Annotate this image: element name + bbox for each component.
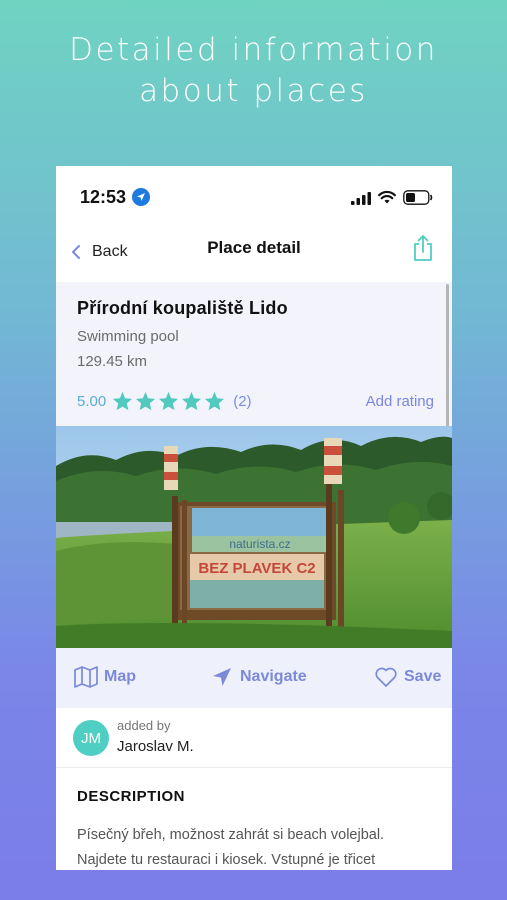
description-line-2: Najdete tu restauraci i kiosek. Vstupné … <box>77 852 376 868</box>
star-icon <box>136 391 156 411</box>
chevron-left-icon <box>72 245 80 259</box>
location-arrow-icon <box>132 188 150 206</box>
rating-value: 5.00 <box>77 392 107 410</box>
promo-line-2: about places <box>139 73 368 109</box>
avatar: JM <box>73 720 109 756</box>
star-icon <box>159 391 179 411</box>
save-button[interactable]: Save <box>374 666 441 688</box>
place-distance: 129.45 km <box>77 353 148 370</box>
place-name: Přírodní koupaliště Lido <box>77 298 288 318</box>
back-button[interactable]: Back <box>70 236 128 268</box>
star-icon <box>205 391 225 411</box>
map-icon <box>74 666 98 688</box>
star-icon <box>113 391 133 411</box>
navigation-bar: Back Place detail <box>56 228 452 280</box>
action-bar: Map Navigate Save <box>56 648 452 708</box>
description-text: Písečný břeh, možnost zahrát si beach vo… <box>77 823 431 870</box>
add-rating-button[interactable]: Add rating <box>366 393 434 410</box>
added-by-label: added by <box>117 718 171 733</box>
sign-main-text: BEZ PLAVEK C2 <box>198 560 315 577</box>
battery-icon <box>403 190 433 205</box>
rating-row: 5.00 (2) Add rating <box>77 389 434 413</box>
save-label: Save <box>404 668 442 685</box>
author-name: Jaroslav M. <box>117 738 194 755</box>
back-label: Back <box>92 243 128 260</box>
sign-top-text: naturista.cz <box>229 537 290 551</box>
scroll-content[interactable]: Přírodní koupaliště Lido Swimming pool 1… <box>56 282 452 870</box>
status-bar: 12:53 <box>56 166 452 228</box>
map-button[interactable]: Map <box>74 666 136 688</box>
place-photo: naturista.cz BEZ PLAVEK C2 <box>56 426 452 648</box>
scroll-indicator <box>446 284 449 448</box>
rating-count: (2) <box>233 392 252 410</box>
heart-icon <box>375 667 397 687</box>
description-line-1: Písečný břeh, možnost zahrát si beach vo… <box>77 827 385 843</box>
phone-screen: 12:53 Back Place detail Přírodní koupali… <box>56 166 452 870</box>
promo-line-1: Detailed information <box>69 32 438 68</box>
rating-stars <box>112 391 225 411</box>
star-icon <box>182 391 202 411</box>
map-label: Map <box>104 668 136 685</box>
navigate-button[interactable]: Navigate <box>210 666 307 688</box>
author-row[interactable]: JM added by Jaroslav M. <box>56 708 452 768</box>
cellular-signal-icon <box>351 192 371 205</box>
status-time: 12:53 <box>80 187 127 207</box>
navigate-label: Navigate <box>240 668 307 685</box>
promo-headline: Detailed information about places <box>0 30 507 112</box>
description-heading: DESCRIPTION <box>77 788 186 805</box>
wifi-icon <box>378 190 396 204</box>
place-category: Swimming pool <box>77 328 179 345</box>
share-icon[interactable] <box>412 234 434 262</box>
description-section: DESCRIPTION Písečný břeh, možnost zahrát… <box>56 768 452 870</box>
navigation-arrow-icon <box>213 668 231 686</box>
place-info-card: Přírodní koupaliště Lido Swimming pool 1… <box>56 282 452 448</box>
